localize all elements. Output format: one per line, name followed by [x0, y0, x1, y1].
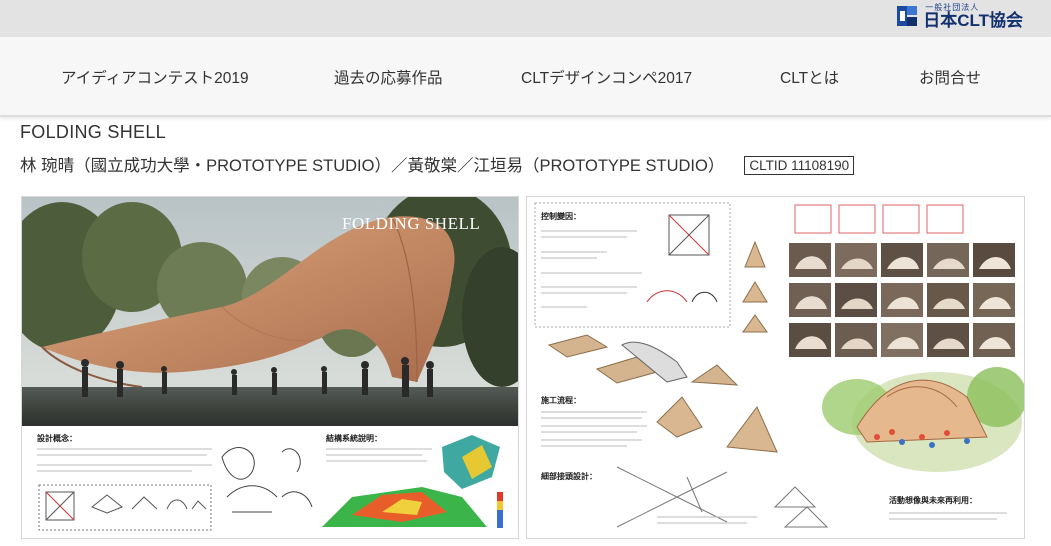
clt-id-badge: CLTID 11108190 — [744, 156, 855, 175]
board-1-artwork: FOLDING SHELL 設計概念： 結構系統說明： — [22, 197, 518, 538]
presentation-board-2[interactable]: 控制變因： 施工流程： 細部接頭設計： 活動想像與未來再利用： — [526, 196, 1025, 539]
nav-item-idea-contest-2019[interactable]: アイディアコンテスト2019 — [61, 66, 249, 88]
section-construction-process: 施工流程： — [541, 395, 581, 405]
section-design-concept: 設計概念： — [37, 433, 77, 443]
section-joint-detail: 細部接頭設計： — [541, 471, 597, 481]
entry-authors: 林 琬晴（國立成功大學・PROTOTYPE STUDIO）／黃敬棠／江垣易（PR… — [20, 152, 855, 176]
nav-item-about-clt[interactable]: CLTとは — [780, 66, 839, 88]
nav-item-past-entries[interactable]: 過去の応募作品 — [334, 66, 443, 88]
jclta-logo[interactable]: 一般社団法人 日本CLT協会 — [895, 3, 1023, 29]
nav-item-design-competition-2017[interactable]: CLTデザインコンペ2017 — [521, 66, 692, 88]
logo-mark-icon — [895, 3, 919, 29]
main-nav: アイディアコンテスト2019 過去の応募作品 CLTデザインコンペ2017 CL… — [0, 37, 1051, 117]
section-future-use: 活動想像與未來再利用： — [889, 495, 977, 505]
section-structure: 結構系統說明： — [326, 433, 382, 443]
entry-title: FOLDING SHELL — [20, 122, 166, 142]
logo-title: 日本CLT協会 — [923, 10, 1023, 30]
nav-item-contact[interactable]: お問合せ — [919, 66, 981, 88]
top-bar: 一般社団法人 日本CLT協会 — [0, 0, 1051, 37]
render-title: FOLDING SHELL — [342, 214, 480, 233]
authors-text: 林 琬晴（國立成功大學・PROTOTYPE STUDIO）／黃敬棠／江垣易（PR… — [20, 157, 725, 175]
presentation-board-1[interactable]: FOLDING SHELL 設計概念： 結構系統說明： — [21, 196, 519, 539]
board-2-artwork: 控制變因： 施工流程： 細部接頭設計： 活動想像與未來再利用： — [527, 197, 1024, 538]
section-control-variables: 控制變因： — [541, 211, 581, 221]
